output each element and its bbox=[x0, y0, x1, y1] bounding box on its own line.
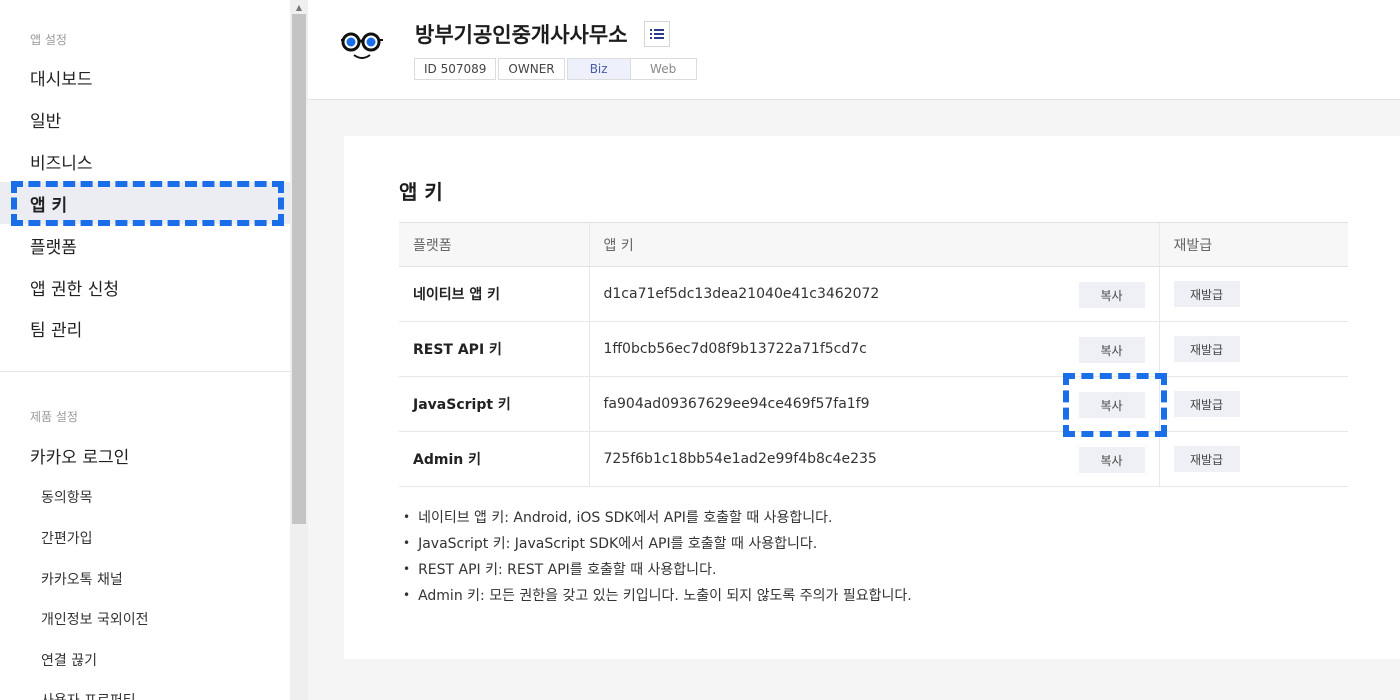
column-header-reissue: 재발급 bbox=[1158, 222, 1348, 267]
sidebar-item-general[interactable]: 일반 bbox=[0, 98, 290, 140]
sidebar-subitem-unlink[interactable]: 연결 끊기 bbox=[0, 640, 290, 680]
app-key-value: d1ca71ef5dc13dea21040e41c3462072 bbox=[603, 286, 880, 302]
app-key-value: 1ff0bcb56ec7d08f9b13722a71f5cd7c bbox=[603, 341, 867, 357]
sidebar-subitem-simple-signup[interactable]: 간편가입 bbox=[0, 518, 290, 558]
table-row: JavaScript 키 fa904ad09367629ee94ce469f57… bbox=[399, 376, 1348, 432]
sidebar-item-team[interactable]: 팀 관리 bbox=[0, 307, 290, 349]
role-tag: OWNER bbox=[498, 58, 565, 80]
table-row: 네이티브 앱 키 d1ca71ef5dc13dea21040e41c346207… bbox=[399, 266, 1348, 322]
app-key-value: 725f6b1c18bb54e1ad2e99f4b8c4e235 bbox=[603, 451, 877, 467]
sidebar-subitem-kakaotalk-channel[interactable]: 카카오톡 채널 bbox=[0, 559, 290, 599]
sidebar-divider bbox=[0, 371, 290, 372]
app-header: 방부기공인중개사사무소 ID 507089 OWNER Biz Web bbox=[308, 0, 1400, 100]
key-usage-notes: 네이티브 앱 키: Android, iOS SDK에서 API를 호출할 때 … bbox=[403, 504, 912, 608]
app-list-button[interactable] bbox=[644, 21, 670, 47]
app-tags: ID 507089 OWNER Biz Web bbox=[414, 58, 699, 80]
app-keys-card: 앱 키 플랫폼 앱 키 재발급 네이티브 앱 키 d1ca71ef5dc13de… bbox=[344, 136, 1400, 659]
note-item: Admin 키: 모든 권한을 갖고 있는 키입니다. 노출이 되지 않도록 주… bbox=[403, 582, 912, 608]
app-name: 방부기공인중개사사무소 bbox=[415, 23, 628, 47]
sidebar-subitem-consent[interactable]: 동의항목 bbox=[0, 477, 290, 517]
sidebar-item-app-keys[interactable]: 앱 키 bbox=[0, 182, 290, 224]
note-item: JavaScript 키: JavaScript SDK에서 API를 호출할 … bbox=[403, 530, 912, 556]
table-row: Admin 키 725f6b1c18bb54e1ad2e99f4b8c4e235… bbox=[399, 431, 1348, 487]
list-icon bbox=[650, 29, 664, 39]
app-keys-table: 플랫폼 앱 키 재발급 네이티브 앱 키 d1ca71ef5dc13dea210… bbox=[399, 222, 1348, 487]
reissue-button[interactable]: 재발급 bbox=[1173, 446, 1240, 472]
platform-label: Admin 키 bbox=[413, 452, 481, 468]
scroll-up-icon[interactable]: ▲ bbox=[290, 0, 308, 14]
web-tag: Web bbox=[630, 58, 697, 80]
sidebar-subitem-user-properties[interactable]: 사용자 프로퍼티 bbox=[0, 680, 290, 700]
copy-button[interactable]: 복사 bbox=[1078, 392, 1145, 418]
sidebar-scrollbar[interactable]: ▲ bbox=[290, 0, 308, 700]
copy-button[interactable]: 복사 bbox=[1078, 337, 1145, 363]
sidebar-item-dashboard[interactable]: 대시보드 bbox=[0, 56, 290, 98]
section-label-product-settings: 제품 설정 bbox=[30, 410, 78, 424]
sidebar-item-app-permission[interactable]: 앱 권한 신청 bbox=[0, 266, 290, 308]
sidebar-item-business[interactable]: 비즈니스 bbox=[0, 140, 290, 182]
column-header-platform: 플랫폼 bbox=[399, 222, 589, 267]
sidebar-item-kakao-login[interactable]: 카카오 로그인 bbox=[0, 434, 290, 476]
biz-tag: Biz bbox=[566, 58, 631, 80]
app-logo-icon bbox=[341, 32, 383, 59]
reissue-button[interactable]: 재발급 bbox=[1173, 281, 1240, 307]
copy-button[interactable]: 복사 bbox=[1078, 282, 1145, 308]
table-header-row: 플랫폼 앱 키 재발급 bbox=[399, 222, 1348, 267]
scrollbar-thumb[interactable] bbox=[292, 14, 306, 524]
sidebar-subitem-overseas-transfer[interactable]: 개인정보 국외이전 bbox=[0, 599, 290, 639]
table-row: REST API 키 1ff0bcb56ec7d08f9b13722a71f5c… bbox=[399, 321, 1348, 377]
platform-label: 네이티브 앱 키 bbox=[413, 287, 501, 303]
page-title: 앱 키 bbox=[399, 180, 443, 204]
reissue-button[interactable]: 재발급 bbox=[1173, 336, 1240, 362]
app-id-tag: ID 507089 bbox=[414, 58, 497, 80]
platform-label: JavaScript 키 bbox=[413, 397, 511, 413]
reissue-button[interactable]: 재발급 bbox=[1173, 391, 1240, 417]
sidebar: 앱 설정 대시보드 일반 비즈니스 앱 키 플랫폼 앱 권한 신청 팀 관리 제… bbox=[0, 0, 290, 700]
platform-label: REST API 키 bbox=[413, 342, 502, 358]
copy-button[interactable]: 복사 bbox=[1078, 447, 1145, 473]
sidebar-item-platform[interactable]: 플랫폼 bbox=[0, 224, 290, 266]
note-item: REST API 키: REST API를 호출할 때 사용합니다. bbox=[403, 556, 912, 582]
column-header-app-key: 앱 키 bbox=[588, 222, 1159, 267]
app-key-value: fa904ad09367629ee94ce469f57fa1f9 bbox=[603, 396, 870, 412]
section-label-app-settings: 앱 설정 bbox=[30, 33, 67, 47]
note-item: 네이티브 앱 키: Android, iOS SDK에서 API를 호출할 때 … bbox=[403, 504, 912, 530]
